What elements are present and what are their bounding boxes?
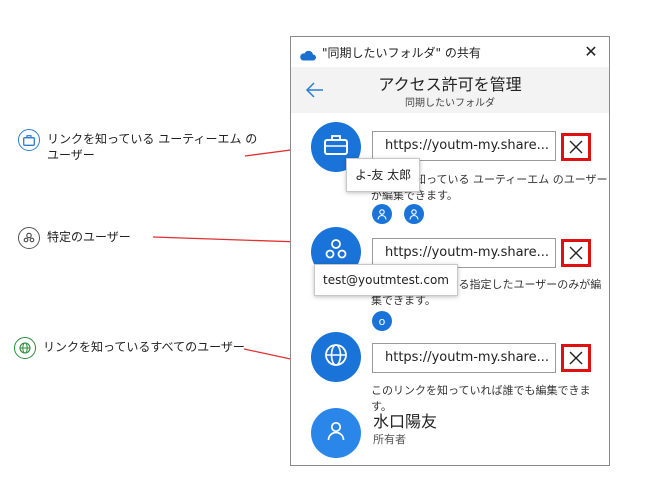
link-url-field[interactable]: https://youtm-my.share... [372, 343, 556, 373]
dialog-title: "同期したいフォルダ" の共有 [322, 46, 481, 60]
person-icon [327, 421, 345, 445]
close-icon [569, 246, 583, 260]
titlebar: "同期したいフォルダ" の共有 ✕ [291, 37, 609, 67]
anyone-link-avatar [311, 332, 361, 382]
close-icon [569, 140, 583, 154]
user-tooltip: test@youtmtest.com [314, 264, 458, 296]
legend-company-link-label: リンクを知っている ユーティーエム の ユーザー [47, 132, 258, 162]
people-icon [18, 227, 40, 249]
share-dialog: "同期したいフォルダ" の共有 ✕ アクセス許可を管理 同期したいフォルダ ht… [290, 36, 610, 466]
legend-specific-users: 特定のユーザー [18, 227, 131, 249]
onedrive-cloud-icon [299, 46, 316, 65]
remove-link-button[interactable] [561, 133, 591, 161]
briefcase-icon [324, 135, 348, 159]
briefcase-icon [18, 129, 40, 151]
people-icon [324, 238, 348, 266]
owner-role: 所有者 [373, 433, 406, 446]
remove-link-button[interactable] [561, 344, 591, 372]
user-tooltip: よ-友 太郎 [346, 158, 421, 192]
link-url-field[interactable]: https://youtm-my.share... [372, 131, 556, 161]
header: アクセス許可を管理 同期したいフォルダ [291, 67, 609, 113]
remove-link-button[interactable] [561, 239, 591, 267]
legend-anyone-link-label: リンクを知っているすべてのユーザー [43, 340, 245, 354]
user-avatar[interactable] [404, 204, 424, 224]
owner-name: 水口陽友 [373, 412, 438, 431]
globe-icon [324, 343, 348, 371]
header-title: アクセス許可を管理 [378, 75, 522, 94]
close-icon [569, 351, 583, 365]
legend-specific-users-label: 特定のユーザー [47, 230, 131, 244]
legend-company-link: リンクを知っている ユーティーエム の ユーザー [18, 129, 257, 163]
header-subtitle: 同期したいフォルダ [405, 98, 495, 109]
arrow-specific-users [152, 236, 302, 247]
owner-avatar [311, 408, 361, 458]
user-avatar[interactable] [372, 204, 392, 224]
close-button[interactable]: ✕ [581, 42, 601, 62]
globe-icon [14, 337, 36, 359]
user-avatar[interactable]: o [372, 311, 392, 331]
legend-anyone-link: リンクを知っているすべてのユーザー [14, 337, 245, 359]
